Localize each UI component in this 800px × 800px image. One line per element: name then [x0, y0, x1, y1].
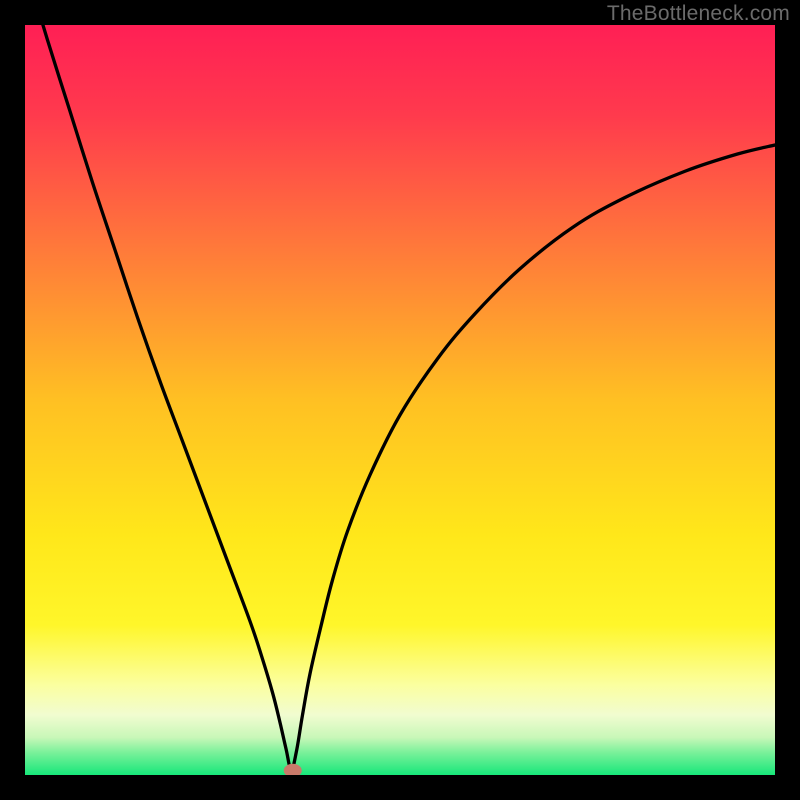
watermark-text: TheBottleneck.com: [607, 2, 790, 26]
gradient-background: [25, 25, 775, 775]
outer-frame: TheBottleneck.com: [0, 0, 800, 800]
plot-area: [25, 25, 775, 775]
chart-canvas: [25, 25, 775, 775]
